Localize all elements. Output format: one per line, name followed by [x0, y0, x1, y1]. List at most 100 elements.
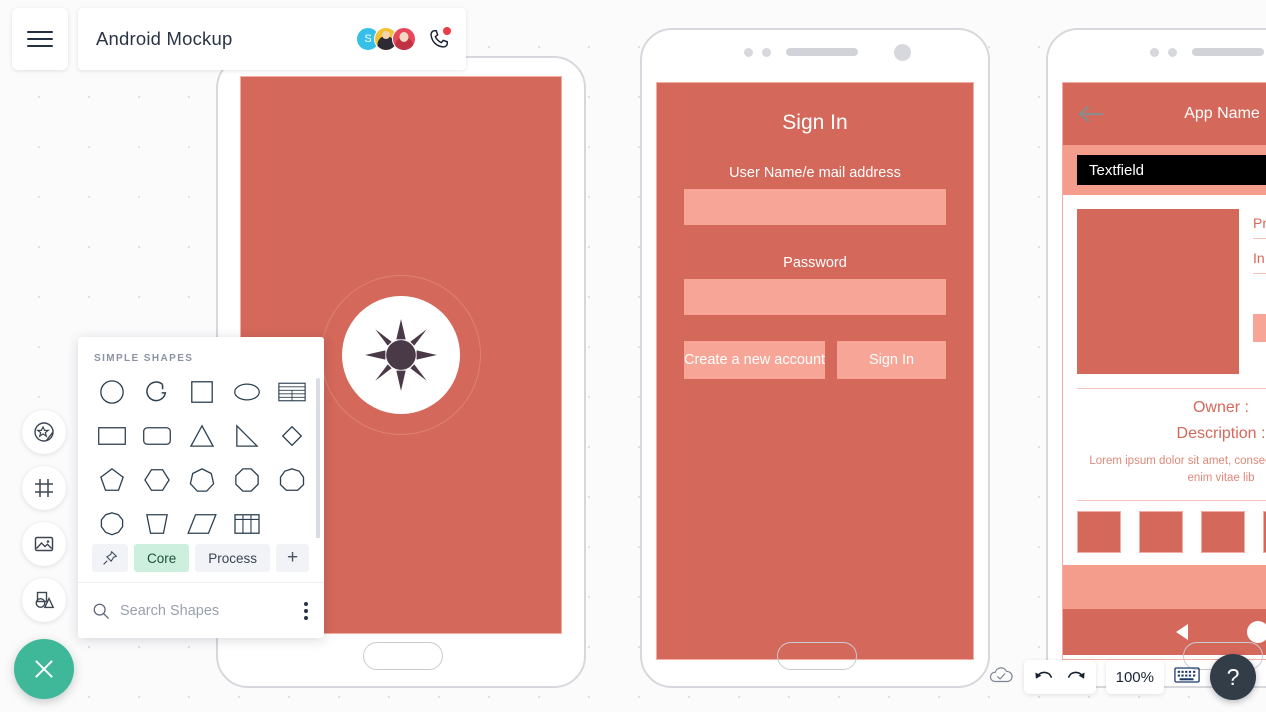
phone-mockup-3[interactable]: App Name Textfield Pr In D Owner : Descr… [1046, 28, 1266, 688]
shapes-tab-row: Core Process + [78, 538, 324, 582]
search-icon [93, 603, 109, 619]
shape-octagon[interactable] [224, 460, 269, 500]
shape-rounded-rectangle[interactable] [135, 416, 180, 456]
sun-badge [321, 275, 481, 435]
sensor-dot-1 [1150, 48, 1159, 57]
signin-button-row: Create a new account Sign In [684, 341, 946, 379]
phone3-app-title: App Name [1184, 105, 1260, 122]
front-camera [894, 44, 911, 61]
shapes-scrollbar[interactable] [316, 378, 320, 538]
close-fab-button[interactable] [14, 639, 74, 699]
phone3-textfield[interactable]: Textfield [1077, 155, 1266, 185]
shapes-section-title: SIMPLE SHAPES [94, 353, 194, 364]
add-tab-button[interactable]: + [276, 544, 310, 572]
sun-icon [365, 319, 437, 391]
thumbnail-item[interactable] [1201, 510, 1245, 553]
shape-nonagon[interactable] [269, 460, 314, 500]
zoom-level-label: 100% [1115, 668, 1154, 686]
shape-pentagon[interactable] [90, 460, 135, 500]
undo-icon[interactable] [1034, 668, 1054, 686]
sticker-shapes-icon [34, 422, 54, 442]
shape-arc[interactable] [135, 372, 180, 412]
keyboard-icon [1174, 666, 1200, 683]
mockup-editor-app: Sign In User Name/e mail address Passwor… [0, 0, 1266, 712]
shape-decagon[interactable] [90, 504, 135, 538]
tab-process[interactable]: Process [195, 544, 271, 572]
shape-circle[interactable] [90, 372, 135, 412]
signin-button[interactable]: Sign In [837, 341, 946, 379]
hamburger-menu-button[interactable] [12, 8, 68, 70]
thumbnail-item[interactable] [1139, 510, 1183, 553]
shape-square[interactable] [180, 372, 225, 412]
sensor-dot-2 [762, 48, 771, 57]
geometry-shapes-icon [35, 591, 55, 609]
document-titlebar: Android Mockup S [78, 8, 466, 70]
product-meta-line-1: Pr [1253, 215, 1266, 239]
description-text: Lorem ipsum dolor sit amet, consectetu U… [1089, 455, 1266, 485]
shape-empty-slot [269, 504, 314, 538]
help-button[interactable]: ? [1210, 654, 1256, 700]
search-input[interactable]: Search Shapes [120, 603, 300, 619]
phone2-screen: Sign In User Name/e mail address Passwor… [656, 82, 974, 660]
product-photo [1077, 209, 1239, 374]
speaker-grill [1192, 48, 1264, 56]
password-input[interactable] [684, 279, 946, 315]
shape-heptagon[interactable] [180, 460, 225, 500]
product-meta-line-2: In [1253, 250, 1266, 274]
shape-triangle[interactable] [180, 416, 225, 456]
signin-title: Sign In [782, 111, 848, 134]
home-circle-icon[interactable] [1247, 620, 1266, 643]
shape-diamond[interactable] [269, 416, 314, 456]
phone-call-icon[interactable] [428, 27, 451, 50]
keyboard-shortcuts-button[interactable] [1174, 666, 1200, 689]
phone1-home-button[interactable] [363, 642, 443, 670]
frame-icon [35, 479, 53, 497]
sun-badge-inner [342, 296, 460, 414]
shape-grid-table[interactable] [224, 504, 269, 538]
phone-mockup-2[interactable]: Sign In User Name/e mail address Passwor… [640, 28, 990, 688]
speaker-grill [786, 48, 858, 56]
zoom-level-button[interactable]: 100% [1105, 660, 1164, 694]
pin-icon [103, 551, 117, 565]
frame-tool[interactable] [22, 466, 66, 510]
cloud-saved-icon[interactable] [988, 665, 1014, 690]
description-label: Description : [1176, 425, 1266, 442]
product-detail-button[interactable]: D [1253, 314, 1266, 342]
product-meta: Pr In D [1253, 209, 1266, 374]
shapes-grid [78, 372, 324, 538]
thumbnail-item[interactable] [1077, 510, 1121, 553]
phone3-appbar: App Name [1063, 83, 1266, 145]
avatar[interactable] [392, 27, 416, 51]
pin-tab-button[interactable] [92, 544, 128, 572]
undo-redo-pill [1023, 660, 1096, 694]
sticker-shapes-tool[interactable] [22, 410, 66, 454]
shapes-panel: SIMPLE SHAPES Core Process + Search Shap… [78, 337, 324, 638]
page-title[interactable]: Android Mockup [96, 28, 356, 50]
shape-hexagon[interactable] [135, 460, 180, 500]
image-icon [34, 536, 54, 552]
create-account-button[interactable]: Create a new account [684, 341, 826, 379]
geometry-shapes-tool[interactable] [22, 578, 66, 622]
shape-right-triangle[interactable] [224, 416, 269, 456]
password-label: Password [783, 255, 847, 271]
tab-core[interactable]: Core [134, 544, 190, 572]
arrow-left-icon[interactable] [1077, 104, 1103, 124]
kebab-menu-icon[interactable] [300, 598, 312, 624]
shape-parallelogram[interactable] [180, 504, 225, 538]
triangle-back-icon[interactable] [1173, 622, 1193, 642]
username-input[interactable] [684, 189, 946, 225]
shape-rectangle[interactable] [90, 416, 135, 456]
shape-trapezoid[interactable] [135, 504, 180, 538]
shapes-grid-wrapper [78, 372, 324, 538]
username-label: User Name/e mail address [729, 165, 901, 181]
sensor-dot-1 [744, 48, 753, 57]
phone2-home-button[interactable] [777, 642, 857, 670]
shape-ellipse[interactable] [224, 372, 269, 412]
phone3-screen: App Name Textfield Pr In D Owner : Descr… [1062, 82, 1266, 660]
redo-icon[interactable] [1066, 668, 1086, 686]
thumbnail-row [1063, 501, 1266, 565]
shape-table-rows[interactable] [269, 372, 314, 412]
left-tool-rail [22, 410, 66, 622]
image-tool[interactable] [22, 522, 66, 566]
sensor-dot-2 [1168, 48, 1177, 57]
